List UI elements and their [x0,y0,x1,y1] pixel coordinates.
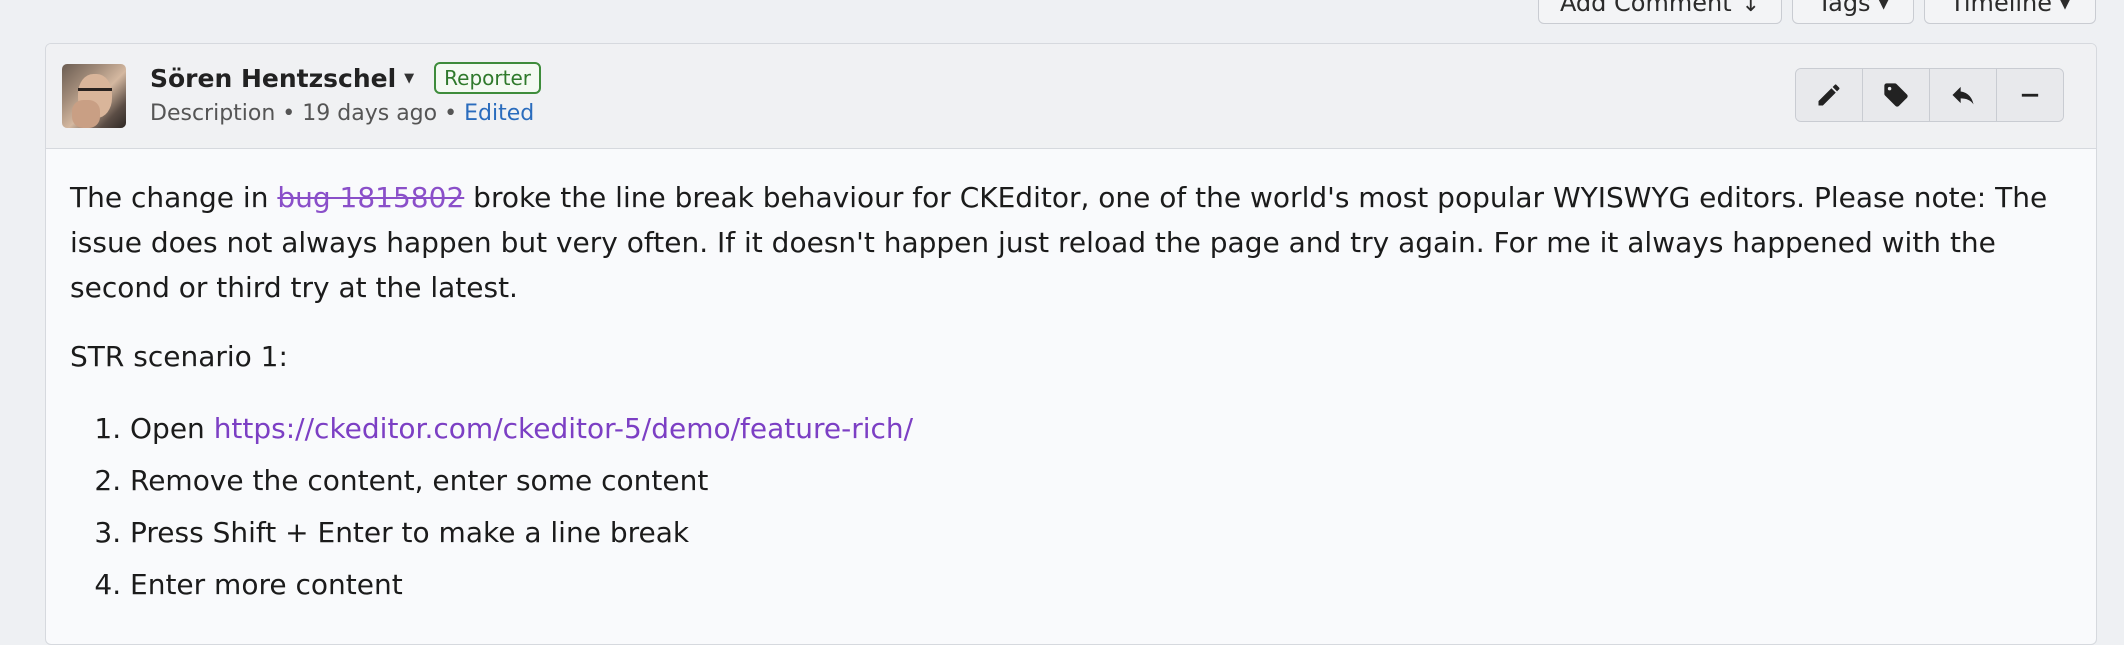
comment-body: The change in bug 1815802 broke the line… [46,149,2096,611]
bug-link[interactable]: bug 1815802 [277,181,464,214]
demo-url-link[interactable]: https://ckeditor.com/ckeditor-5/demo/fea… [214,412,913,445]
comment-card: Sören Hentzschel ▼ Reporter Description … [45,43,2097,645]
collapse-icon [2021,93,2039,97]
list-item: Open https://ckeditor.com/ckeditor-5/dem… [130,403,2072,455]
add-comment-button[interactable]: Add Comment ↓ [1538,0,1782,24]
tags-button[interactable]: Tags ▼ [1792,0,1914,24]
meta-time[interactable]: 19 days ago [302,101,437,126]
intro-paragraph: The change in bug 1815802 broke the line… [70,181,2048,304]
timeline-label: Timeline [1949,0,2053,17]
author-row: Sören Hentzschel ▼ Reporter [150,62,541,94]
comment-header: Sören Hentzschel ▼ Reporter Description … [46,44,2096,149]
tag-icon [1884,83,1908,107]
list-item: Enter more content [130,559,2072,611]
comment-actions [1795,68,2064,122]
steps-list: Open https://ckeditor.com/ckeditor-5/dem… [70,403,2072,611]
add-comment-label: Add Comment [1559,0,1732,17]
list-item: Remove the content, enter some content [130,455,2072,507]
tag-button[interactable] [1863,69,1930,121]
caret-down-icon: ▼ [2060,0,2071,12]
meta-type: Description [150,101,276,126]
scenario-heading: STR scenario 1: [70,340,288,373]
caret-down-icon[interactable]: ▼ [404,71,414,86]
arrow-down-icon: ↓ [1741,0,1761,17]
edited-link[interactable]: Edited [464,101,534,126]
edit-button[interactable] [1796,69,1863,121]
avatar[interactable] [62,64,126,128]
timeline-button[interactable]: Timeline ▼ [1924,0,2096,24]
author-name[interactable]: Sören Hentzschel [150,64,396,93]
collapse-button[interactable] [1997,69,2063,121]
comment-meta: Description • 19 days ago • Edited [150,101,535,126]
list-item: Press Shift + Enter to make a line break [130,507,2072,559]
reply-icon [1952,86,1974,105]
role-badge: Reporter [434,62,541,94]
tags-label: Tags [1817,0,1871,17]
caret-down-icon: ▼ [1878,0,1889,12]
edit-icon [1818,84,1840,106]
reply-button[interactable] [1930,69,1997,121]
